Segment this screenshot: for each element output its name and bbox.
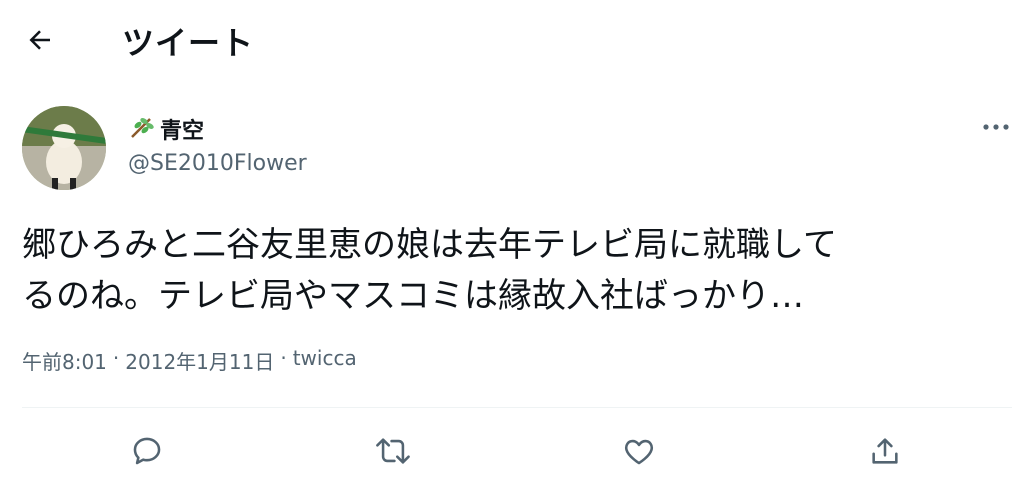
meta-separator: · [280,346,287,370]
dog-avatar-image [22,106,106,190]
tweet-time[interactable]: 午前8:01 [22,346,107,375]
reply-button[interactable] [124,428,170,474]
tweet-line-1: 郷ひろみと二谷友里恵の娘は去年テレビ局に就職して [22,225,837,265]
tweet-source[interactable]: twicca [293,346,357,375]
meta-separator: · [112,346,120,370]
arrow-left-icon [29,30,50,50]
back-button[interactable] [22,22,58,58]
more-options-button[interactable] [978,115,1014,139]
reply-icon [133,437,161,465]
user-display-name: 青空 [160,119,205,144]
top-bar: ツイート [0,0,1024,80]
retweet-button[interactable] [370,428,416,474]
tweet-text: 郷ひろみと二谷友里恵の娘は去年テレビ局に就職して るのね。テレビ局やマスコミは縁… [22,220,1002,322]
tweet-date[interactable]: 2012年1月11日 [125,346,274,375]
like-button[interactable] [616,428,662,474]
user-handle[interactable]: @SE2010Flower [128,151,307,176]
avatar[interactable] [22,106,106,190]
page-title: ツイート [122,24,255,62]
action-bar [0,428,1024,474]
share-icon [872,438,898,464]
divider [22,407,1012,408]
tweet-line-2: るのね。テレビ局やマスコミは縁故入社ばっかり… [22,276,804,316]
tweet-meta: 午前8:01 · 2012年1月11日 · twicca [22,346,357,375]
user-name-row[interactable]: 青空 [128,113,204,145]
share-button[interactable] [862,428,908,474]
more-icon [983,124,1009,130]
heart-icon [624,439,654,465]
retweet-icon [376,438,410,464]
herb-icon [128,113,156,145]
